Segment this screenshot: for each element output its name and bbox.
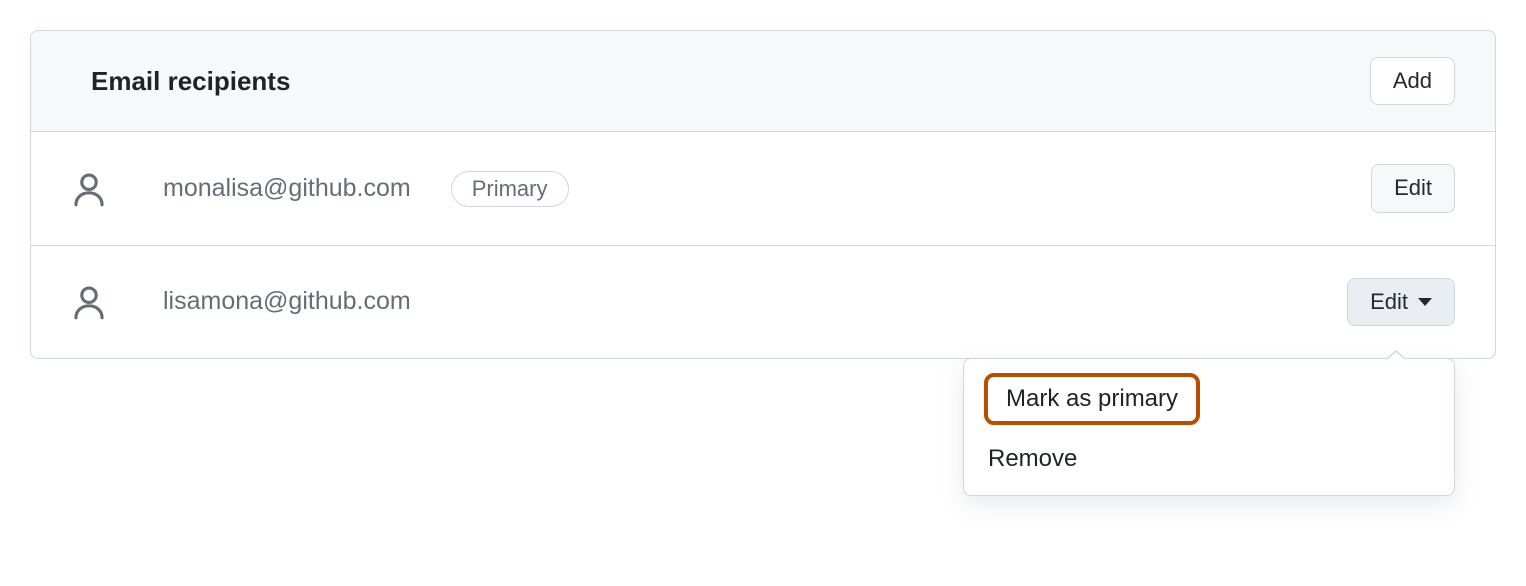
panel-title: Email recipients [91,66,290,97]
recipient-row: monalisa@github.com Primary Edit [31,132,1495,245]
edit-button-label: Edit [1394,175,1432,201]
person-icon [71,284,107,320]
caret-down-icon [1418,298,1432,306]
primary-badge: Primary [451,171,569,207]
recipient-email: lisamona@github.com [163,287,411,316]
panel-header: Email recipients Add [31,31,1495,132]
person-icon [71,171,107,207]
add-button[interactable]: Add [1370,57,1455,105]
recipient-email: monalisa@github.com [163,174,411,203]
menu-item-remove[interactable]: Remove [964,433,1454,485]
edit-dropdown-menu: Mark as primary Remove [963,358,1455,496]
edit-dropdown-button[interactable]: Edit [1347,278,1455,326]
recipient-row: lisamona@github.com Edit Mark as primary… [31,246,1495,358]
edit-button-label: Edit [1370,289,1408,315]
email-recipients-panel: Email recipients Add monalisa@github.com… [30,30,1496,359]
menu-item-mark-primary[interactable]: Mark as primary [984,373,1200,425]
edit-button[interactable]: Edit [1371,164,1455,212]
add-button-label: Add [1393,68,1432,94]
